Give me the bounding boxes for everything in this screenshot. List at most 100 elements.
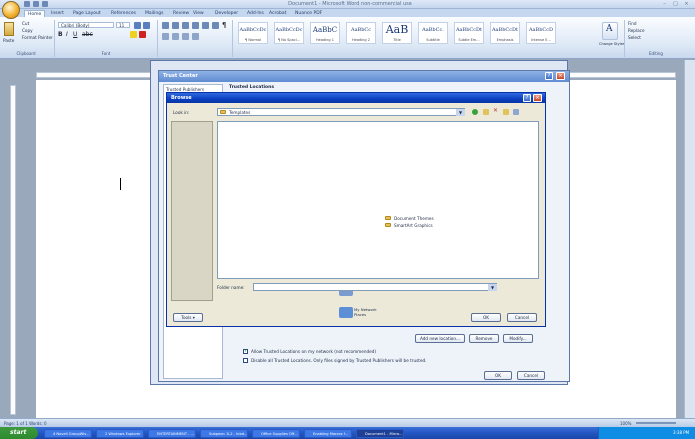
tab-references[interactable]: References — [108, 10, 139, 17]
paste-icon[interactable] — [4, 22, 14, 36]
redo-icon[interactable] — [42, 1, 48, 7]
views-icon[interactable] — [513, 109, 519, 115]
show-formatting-icon[interactable]: ¶ — [222, 21, 226, 29]
browse-cancel-button[interactable]: Cancel — [507, 313, 537, 322]
change-styles-icon[interactable]: A — [602, 22, 618, 40]
sort-icon[interactable] — [212, 22, 219, 29]
undo-icon[interactable] — [33, 1, 39, 7]
tab-nuance-pdf[interactable]: Nuance PDF — [292, 10, 325, 17]
vertical-ruler[interactable] — [10, 85, 16, 415]
shrink-font-icon[interactable] — [143, 22, 150, 29]
chevron-down-icon[interactable]: ▼ — [456, 109, 465, 116]
start-button[interactable]: start — [0, 427, 38, 439]
tools-button[interactable]: Tools ▾ — [173, 313, 203, 322]
style-4[interactable]: AaB Title — [382, 22, 412, 44]
increase-indent-icon[interactable] — [202, 22, 209, 29]
font-color-icon[interactable] — [139, 31, 146, 38]
zoom-level[interactable]: 100% — [620, 421, 631, 426]
close-icon[interactable]: × — [533, 94, 542, 102]
place-network-places[interactable]: My Network Places — [339, 305, 379, 325]
disable-locations-checkbox[interactable] — [243, 358, 248, 363]
strikethrough-icon[interactable]: abc — [82, 31, 93, 38]
grow-font-icon[interactable] — [134, 22, 141, 29]
taskbar-item[interactable]: Subpeon 1L2 - Inbd... — [200, 429, 248, 438]
tab-review[interactable]: Review — [170, 10, 192, 17]
taskbar-item[interactable]: Enabling Macros f... — [304, 429, 352, 438]
tab-insert[interactable]: Insert — [48, 10, 67, 17]
remove-button[interactable]: Remove — [469, 334, 499, 343]
zoom-slider[interactable] — [636, 422, 676, 424]
close-icon[interactable]: × — [682, 1, 691, 7]
style-1[interactable]: AaBbCcDc ¶ No Spaci... — [274, 22, 304, 44]
allow-network-checkbox[interactable]: ✓ — [243, 348, 248, 354]
delete-icon[interactable]: ✕ — [493, 107, 498, 114]
style-0[interactable]: AaBbCcDc ¶ Normal — [238, 22, 268, 44]
list-item[interactable]: SmartArt Graphics — [385, 222, 465, 229]
save-icon[interactable] — [24, 1, 30, 7]
add-new-location-button[interactable]: Add new location... — [415, 334, 465, 343]
taskbar-item[interactable]: 4 Novell GroupWis... — [44, 429, 92, 438]
taskbar-item[interactable]: Office Supplies Off... — [252, 429, 300, 438]
replace-button[interactable]: Replace — [628, 28, 645, 33]
highlight-icon[interactable] — [130, 31, 137, 38]
folder-name-input[interactable]: ▼ — [253, 283, 497, 291]
office-button[interactable] — [2, 1, 20, 19]
align-left-icon[interactable] — [162, 33, 169, 40]
tab-home[interactable]: Home — [24, 10, 46, 17]
bold-icon[interactable]: B — [58, 31, 63, 38]
list-item[interactable]: Document Themes — [385, 215, 465, 222]
italic-icon[interactable]: I — [66, 31, 68, 38]
look-in-label: Look in: — [173, 110, 190, 115]
center-icon[interactable] — [172, 33, 179, 40]
align-right-icon[interactable] — [182, 33, 189, 40]
find-button[interactable]: Find — [628, 21, 637, 26]
numbering-icon[interactable] — [172, 22, 179, 29]
new-folder-icon[interactable] — [503, 109, 509, 115]
cut-button[interactable]: Cut — [22, 21, 29, 26]
help-icon[interactable]: ? — [545, 72, 553, 80]
paste-label[interactable]: Paste — [3, 38, 14, 43]
look-in-select[interactable]: Templates ▼ — [217, 108, 465, 116]
style-3[interactable]: AaBbCc Heading 2 — [346, 22, 376, 44]
trust-ok-button[interactable]: OK — [484, 371, 512, 380]
maximize-icon[interactable]: □ — [671, 1, 680, 7]
decrease-indent-icon[interactable] — [192, 22, 199, 29]
style-5[interactable]: AaBbCc. Subtitle — [418, 22, 448, 44]
modify-button[interactable]: Modify... — [503, 334, 533, 343]
tab-page-layout[interactable]: Page Layout — [70, 10, 104, 17]
taskbar-item[interactable]: 2 Windows Explorer — [96, 429, 144, 438]
underline-icon[interactable]: U — [73, 31, 77, 38]
help-icon[interactable]: ? — [523, 94, 531, 102]
trust-cancel-button[interactable]: Cancel — [517, 371, 545, 380]
close-icon[interactable]: × — [556, 72, 565, 80]
style-7[interactable]: AaBbCcDt Emphasis — [490, 22, 520, 44]
tab-add-ins[interactable]: Add-Ins — [244, 10, 267, 17]
style-2[interactable]: AaBbC Heading 1 — [310, 22, 340, 44]
change-styles-label[interactable]: Change Styles — [599, 42, 625, 46]
vertical-scrollbar[interactable] — [684, 60, 695, 418]
select-button[interactable]: Select — [628, 35, 641, 40]
font-name-select[interactable]: Calibri (Body) — [58, 22, 114, 28]
up-folder-icon[interactable] — [483, 109, 489, 115]
minimize-icon[interactable]: – — [660, 1, 669, 7]
style-8[interactable]: AaBbCcD Intense E... — [526, 22, 556, 44]
bullets-icon[interactable] — [162, 22, 169, 29]
tab-view[interactable]: View — [190, 10, 207, 17]
tab-developer[interactable]: Developer — [212, 10, 241, 17]
file-list[interactable] — [217, 121, 539, 279]
chevron-down-icon[interactable]: ▼ — [488, 284, 497, 291]
font-size-select[interactable]: 11 — [116, 22, 130, 28]
taskbar-item[interactable]: ENTERTAINMENT - ... — [148, 429, 196, 438]
multilevel-list-icon[interactable] — [182, 22, 189, 29]
style-name: Subtle Em... — [458, 38, 480, 42]
taskbar-item[interactable]: Document1 - Micro... — [356, 429, 404, 438]
tab-acrobat[interactable]: Acrobat — [266, 10, 289, 17]
copy-button[interactable]: Copy — [22, 28, 33, 33]
back-icon[interactable] — [472, 109, 478, 115]
justify-icon[interactable] — [192, 33, 199, 40]
status-text: Page: 1 of 1 Words: 0 — [4, 421, 47, 426]
format-painter-button[interactable]: Format Painter — [22, 35, 53, 40]
style-6[interactable]: AaBbCcDt Subtle Em... — [454, 22, 484, 44]
browse-ok-button[interactable]: OK — [471, 313, 501, 322]
tab-mailings[interactable]: Mailings — [142, 10, 166, 17]
